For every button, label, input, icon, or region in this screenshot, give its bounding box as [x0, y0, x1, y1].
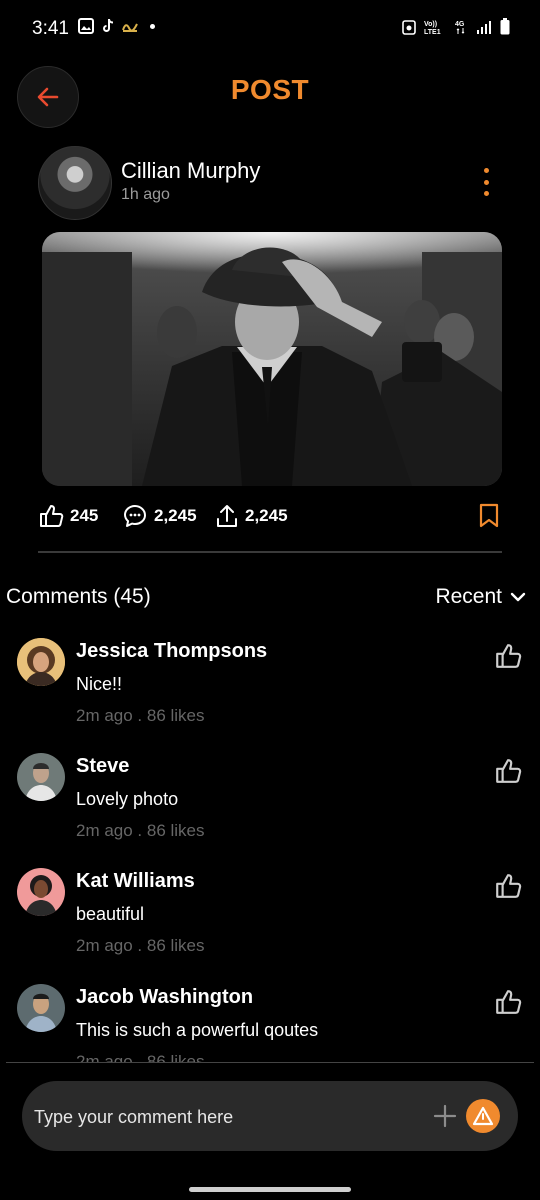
svg-text:LTE1: LTE1	[424, 29, 441, 35]
avatar-photo	[17, 638, 65, 686]
author-avatar[interactable]	[38, 146, 112, 220]
battery-saver-icon	[402, 19, 416, 35]
comment-count: 2,245	[154, 506, 197, 525]
gallery-icon	[78, 18, 94, 34]
page-title: POST	[230, 74, 310, 105]
avatar-photo	[17, 984, 65, 1032]
home-indicator[interactable]	[189, 1187, 351, 1192]
sort-dropdown[interactable]: Recent	[435, 585, 526, 609]
chevron-down-icon	[510, 592, 526, 602]
like-comment-icon[interactable]	[494, 988, 522, 1016]
tiktok-icon	[103, 18, 114, 32]
bookmark-button[interactable]	[478, 503, 500, 534]
thumbs-up-icon	[40, 505, 64, 527]
comment-meta: 2m ago . 86 likes	[76, 936, 205, 955]
post-image[interactable]	[42, 232, 502, 486]
share-action[interactable]: 2,245	[215, 503, 288, 529]
commenter-name[interactable]: Jacob Washington	[76, 986, 253, 1009]
commenter-name[interactable]: Kat Williams	[76, 870, 195, 893]
like-comment-icon[interactable]	[494, 757, 522, 785]
comment-input[interactable]	[32, 1081, 426, 1153]
status-system-icons: Vo)) LTE1 4G	[402, 18, 510, 35]
send-triangle-icon	[472, 1106, 494, 1126]
comments-list[interactable]: Jessica Thompsons Nice!! 2m ago . 86 lik…	[0, 630, 540, 1062]
composer-divider	[6, 1062, 534, 1063]
commenter-name[interactable]: Steve	[76, 755, 129, 778]
comment-meta: 2m ago . 86 likes	[76, 706, 205, 725]
avatar-photo	[17, 868, 65, 916]
share-count: 2,245	[245, 506, 288, 525]
svg-text:4G: 4G	[455, 21, 465, 28]
app-icon	[122, 23, 138, 32]
send-button[interactable]	[466, 1099, 500, 1133]
plus-icon[interactable]	[432, 1103, 458, 1129]
avatar[interactable]	[17, 753, 65, 801]
share-upload-icon	[217, 505, 237, 527]
comment-text: Nice!!	[76, 674, 123, 694]
avatar[interactable]	[17, 984, 65, 1032]
signal-icon	[477, 20, 491, 34]
volte-icon: Vo))LTE1	[424, 21, 441, 35]
like-action[interactable]: 245	[38, 503, 98, 529]
comment-meta: 2m ago . 86 likes	[76, 821, 205, 840]
status-dot	[150, 23, 155, 29]
author-name[interactable]: Cillian Murphy	[121, 158, 260, 184]
comment-item: Steve Lovely photo 2m ago . 86 likes	[0, 753, 540, 863]
comment-action[interactable]: 2,245	[122, 503, 197, 529]
post-photo	[42, 232, 502, 486]
comment-text: Lovely photo	[76, 789, 179, 809]
comment-item: Jessica Thompsons Nice!! 2m ago . 86 lik…	[0, 638, 540, 748]
more-dot-icon	[483, 191, 489, 196]
like-comment-icon[interactable]	[494, 642, 522, 670]
status-time: 3:41	[32, 18, 69, 39]
status-bar: 3:41 Vo)) LTE1 4G	[0, 0, 540, 60]
more-dot-icon	[483, 179, 489, 185]
svg-text:Vo)): Vo))	[424, 21, 437, 28]
like-count: 245	[70, 506, 99, 525]
more-dot-icon	[483, 168, 489, 173]
comment-text: This is such a powerful qoutes	[76, 1020, 319, 1040]
commenter-name[interactable]: Jessica Thompsons	[76, 640, 267, 663]
comment-composer	[22, 1081, 518, 1153]
comment-item: Kat Williams beautiful 2m ago . 86 likes	[0, 868, 540, 978]
avatar-photo	[17, 753, 65, 801]
avatar[interactable]	[17, 868, 65, 916]
comments-title: Comments (45)	[6, 585, 151, 608]
like-comment-icon[interactable]	[494, 872, 522, 900]
bookmark-icon	[479, 503, 499, 528]
comment-meta: 2m ago . 86 likes	[76, 1052, 205, 1062]
post-time: 1h ago	[121, 186, 170, 203]
battery-icon	[500, 18, 510, 35]
network-4g-icon: 4G	[455, 21, 465, 34]
post-divider	[38, 551, 502, 553]
status-notification-icons	[78, 18, 155, 34]
comment-bubble-icon	[124, 505, 146, 527]
comment-item: Jacob Washington This is such a powerful…	[0, 984, 540, 1062]
more-options-button[interactable]	[476, 166, 496, 198]
sort-label: Recent	[435, 585, 502, 608]
comment-text: beautiful	[76, 904, 145, 924]
avatar[interactable]	[17, 638, 65, 686]
